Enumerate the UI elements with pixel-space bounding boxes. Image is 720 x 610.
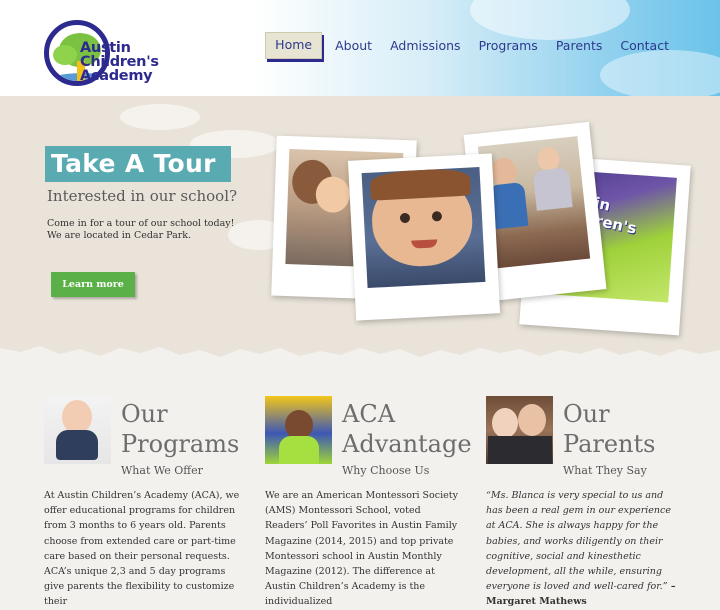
nav-parents[interactable]: Parents: [547, 34, 612, 57]
hero-subtitle: Interested in our school?: [47, 187, 238, 205]
learn-more-button[interactable]: Learn more: [51, 272, 135, 297]
main-nav: Home About Admissions Programs Parents C…: [265, 32, 678, 59]
parent-child-photo: [486, 396, 553, 464]
column-tagline: What They Say: [563, 464, 647, 477]
torn-paper-edge: [0, 346, 720, 370]
hero-text: Come in for a tour of our school today! …: [47, 218, 235, 241]
nav-about[interactable]: About: [326, 34, 381, 57]
site-header: Austin Children's Academy Home About Adm…: [0, 0, 720, 96]
boy-smiling-photo: [361, 167, 486, 289]
column-tagline: What We Offer: [121, 464, 203, 477]
logo-text: Austin Children's Academy: [80, 40, 159, 84]
testimonial-quote: “Ms. Blanca is very special to us and ha…: [486, 490, 676, 608]
column-body: We are an American Montessori Society (A…: [265, 490, 458, 608]
column-title: Our Programs: [121, 400, 240, 458]
child-playing-photo: [265, 396, 332, 464]
hero-title: Take A Tour: [45, 146, 231, 182]
nav-home[interactable]: Home: [265, 32, 323, 59]
column-title: Our Parents: [563, 400, 656, 458]
photo-polaroid-2: [347, 153, 501, 321]
nav-admissions[interactable]: Admissions: [381, 34, 470, 57]
site-logo[interactable]: Austin Children's Academy: [44, 20, 174, 90]
column-body: At Austin Children’s Academy (ACA), we o…: [44, 490, 240, 608]
nav-contact[interactable]: Contact: [611, 34, 678, 57]
baby-photo: [44, 396, 111, 464]
nav-programs[interactable]: Programs: [470, 34, 547, 57]
column-tagline: Why Choose Us: [342, 464, 430, 477]
column-title: ACA Advantage: [342, 400, 472, 458]
